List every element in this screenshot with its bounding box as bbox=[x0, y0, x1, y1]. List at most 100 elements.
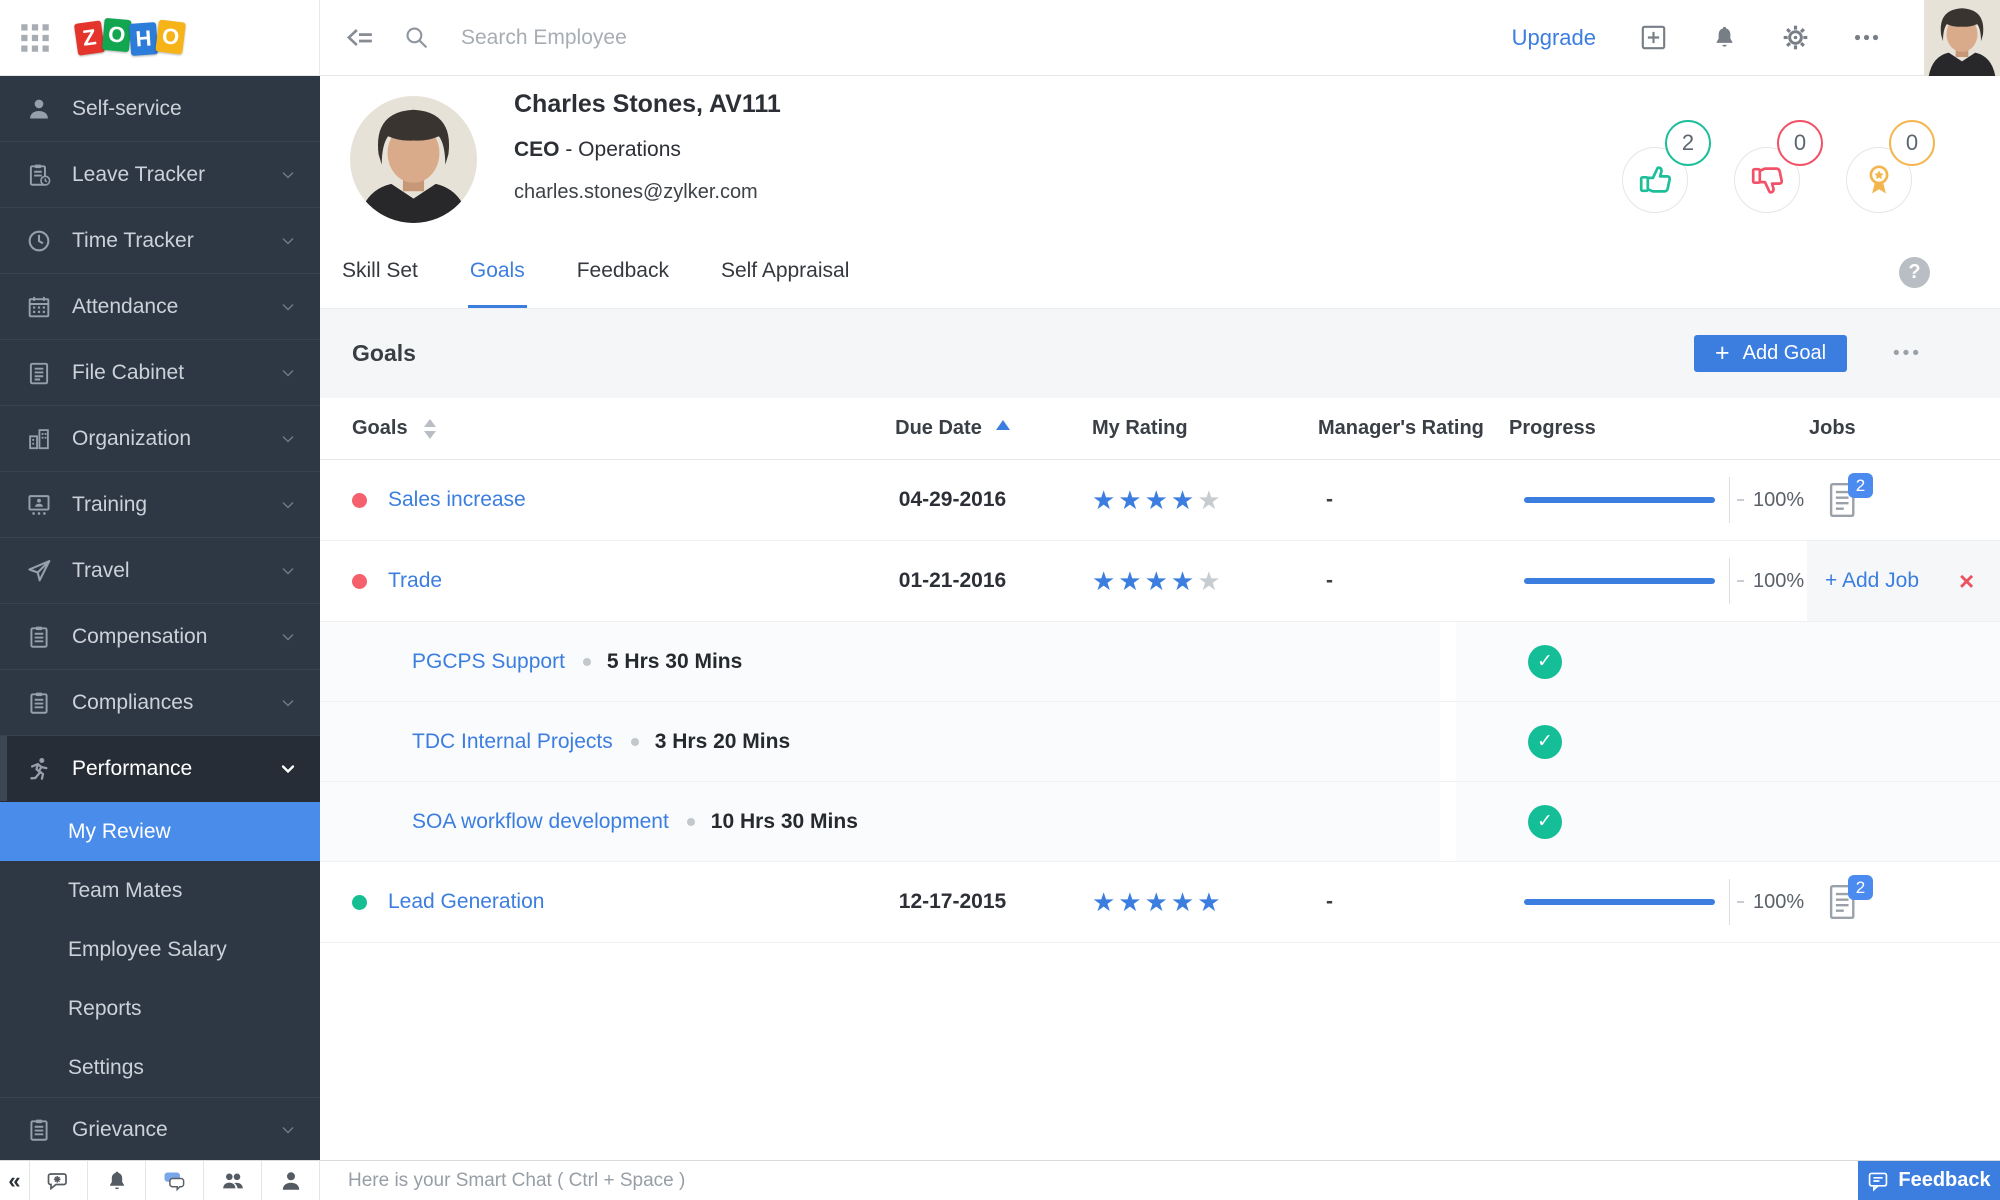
job-time: 3 Hrs 20 Mins bbox=[654, 729, 791, 753]
job-row-tdc-internal-projects: TDC Internal Projects 3 Hrs 20 Mins ✓ bbox=[320, 702, 2000, 782]
sidebar-subitem-my-review[interactable]: My Review bbox=[0, 802, 320, 861]
tab-self-appraisal[interactable]: Self Appraisal bbox=[719, 236, 851, 308]
thumbs-down-badge[interactable]: 0 bbox=[1734, 120, 1823, 213]
job-link[interactable]: PGCPS Support bbox=[412, 650, 565, 674]
sidebar-item-performance[interactable]: Performance bbox=[0, 736, 320, 802]
sidebar-subitem-team-mates[interactable]: Team Mates bbox=[0, 861, 320, 920]
chat-contacts-button[interactable] bbox=[262, 1161, 320, 1200]
job-link[interactable]: SOA workflow development bbox=[412, 810, 669, 834]
smart-chat-input[interactable] bbox=[346, 1168, 1783, 1193]
sidebar-item-label: Attendance bbox=[72, 294, 179, 318]
tab-goals[interactable]: Goals bbox=[467, 236, 527, 308]
job-time: 10 Hrs 30 Mins bbox=[710, 809, 858, 833]
sidebar-item-grievance[interactable]: Grievance bbox=[0, 1097, 320, 1160]
sidebar-item-file-cabinet[interactable]: File Cabinet bbox=[0, 340, 320, 406]
tab-skill-set[interactable]: Skill Set bbox=[340, 236, 420, 308]
user-avatar[interactable] bbox=[1924, 0, 2000, 76]
chat-conversations-button[interactable] bbox=[146, 1161, 204, 1200]
close-icon[interactable]: × bbox=[1959, 568, 1974, 594]
review-tabs: Skill Set Goals Feedback Self Appraisal … bbox=[320, 236, 2000, 309]
check-circle-icon: ✓ bbox=[1528, 644, 1562, 679]
sidebar-item-compliances[interactable]: Compliances bbox=[0, 670, 320, 736]
app-grid-icon[interactable] bbox=[20, 23, 50, 53]
sidebar-item-label: File Cabinet bbox=[72, 360, 185, 384]
upgrade-link[interactable]: Upgrade bbox=[1512, 25, 1596, 51]
sidebar-subitem-settings[interactable]: Settings bbox=[0, 1038, 320, 1097]
topbar-logo-area: Z O H O bbox=[0, 0, 320, 75]
goal-link[interactable]: Sales increase bbox=[388, 488, 526, 512]
zoho-people-app: Z O H O Upgrade Self-service Le bbox=[0, 0, 2000, 1200]
sidebar-item-training[interactable]: Training bbox=[0, 472, 320, 538]
quick-add-icon[interactable] bbox=[1640, 24, 1667, 51]
thumbs-up-count: 2 bbox=[1665, 120, 1711, 166]
jobs-icon[interactable]: 2 bbox=[1827, 473, 1873, 519]
file-cabinet-icon bbox=[26, 360, 52, 386]
sidebar-item-label: Grievance bbox=[72, 1118, 168, 1141]
goal-due-date: 04-29-2016 bbox=[898, 488, 1007, 511]
training-icon bbox=[26, 492, 52, 518]
goals-section-header: Goals + Add Goal ••• bbox=[320, 309, 2000, 398]
chevron-down-icon bbox=[278, 627, 298, 647]
chat-groups-button[interactable] bbox=[204, 1161, 262, 1200]
add-goal-button[interactable]: + Add Goal bbox=[1694, 335, 1848, 372]
sidebar-subitem-label: Employee Salary bbox=[68, 937, 227, 961]
user-icon bbox=[26, 96, 52, 122]
chat-settings-button[interactable] bbox=[30, 1161, 88, 1200]
help-icon[interactable]: ? bbox=[1899, 257, 1930, 288]
award-icon bbox=[1861, 162, 1897, 198]
check-circle-icon: ✓ bbox=[1528, 804, 1562, 839]
sidebar-item-time-tracker[interactable]: Time Tracker bbox=[0, 208, 320, 274]
chevron-down-icon bbox=[278, 693, 298, 713]
sidebar-subitem-employee-salary[interactable]: Employee Salary bbox=[0, 920, 320, 979]
goal-manager-rating: - bbox=[1326, 890, 1333, 913]
sidebar-item-compensation[interactable]: Compensation bbox=[0, 604, 320, 670]
award-badge[interactable]: 0 bbox=[1846, 120, 1935, 213]
notifications-icon[interactable] bbox=[1711, 24, 1738, 51]
chat-notifications-button[interactable] bbox=[88, 1161, 146, 1200]
collapse-sidebar-icon[interactable] bbox=[344, 25, 374, 50]
settings-icon[interactable] bbox=[1782, 24, 1809, 51]
job-link[interactable]: TDC Internal Projects bbox=[412, 730, 613, 754]
goals-more-menu-icon[interactable]: ••• bbox=[1893, 343, 1922, 365]
goal-row-sales-increase: Sales increase 04-29-2016 ★★★★★ - 100% 2 bbox=[320, 460, 2000, 541]
sidebar-item-label: Compliances bbox=[72, 690, 194, 714]
thumbs-up-badge[interactable]: 2 bbox=[1622, 120, 1711, 213]
collapse-chat-bar-button[interactable]: « bbox=[0, 1161, 30, 1200]
zoho-logo[interactable]: Z O H O bbox=[73, 17, 186, 56]
sidebar-item-leave-tracker[interactable]: Leave Tracker bbox=[0, 142, 320, 208]
goal-status-dot bbox=[352, 573, 367, 589]
progress-percent: 100% bbox=[1753, 488, 1805, 511]
jobs-count-badge: 2 bbox=[1848, 875, 1873, 900]
column-jobs: Jobs bbox=[1809, 417, 1856, 439]
sidebar-subitem-reports[interactable]: Reports bbox=[0, 979, 320, 1038]
sidebar-item-attendance[interactable]: Attendance bbox=[0, 274, 320, 340]
sidebar-item-travel[interactable]: Travel bbox=[0, 538, 320, 604]
search-input[interactable] bbox=[459, 24, 879, 51]
people-icon bbox=[221, 1169, 245, 1193]
sidebar-item-label: Organization bbox=[72, 426, 192, 450]
feedback-button[interactable]: Feedback bbox=[1858, 1161, 2000, 1200]
sidebar-item-organization[interactable]: Organization bbox=[0, 406, 320, 472]
sidebar-item-label: Training bbox=[72, 492, 148, 516]
tab-feedback[interactable]: Feedback bbox=[575, 236, 671, 308]
plane-icon bbox=[26, 558, 52, 584]
sidebar-item-label: Time Tracker bbox=[72, 228, 194, 252]
chat-gear-icon bbox=[47, 1169, 71, 1193]
chevron-down-icon bbox=[278, 165, 298, 185]
column-goals[interactable]: Goals bbox=[320, 417, 850, 440]
job-row-soa-workflow-development: SOA workflow development 10 Hrs 30 Mins … bbox=[320, 782, 2000, 862]
employee-name: Charles Stones, AV111 bbox=[514, 90, 781, 118]
sidebar-nav: Self-service Leave Tracker Time Tracker … bbox=[0, 76, 320, 1160]
jobs-icon[interactable]: 2 bbox=[1827, 875, 1873, 921]
chevron-down-icon bbox=[278, 231, 298, 251]
sidebar-item-self-service[interactable]: Self-service bbox=[0, 76, 320, 142]
column-due-date[interactable]: Due Date bbox=[850, 417, 1055, 440]
add-job-link[interactable]: + Add Job bbox=[1825, 569, 1919, 593]
leave-tracker-icon bbox=[26, 162, 52, 188]
goal-link[interactable]: Trade bbox=[388, 569, 442, 593]
chevron-down-icon bbox=[278, 1120, 298, 1140]
goal-progress: 100% bbox=[1505, 879, 1807, 925]
more-options-icon[interactable] bbox=[1853, 24, 1880, 51]
goal-link[interactable]: Lead Generation bbox=[388, 890, 544, 914]
logo-letter: H bbox=[128, 21, 159, 56]
